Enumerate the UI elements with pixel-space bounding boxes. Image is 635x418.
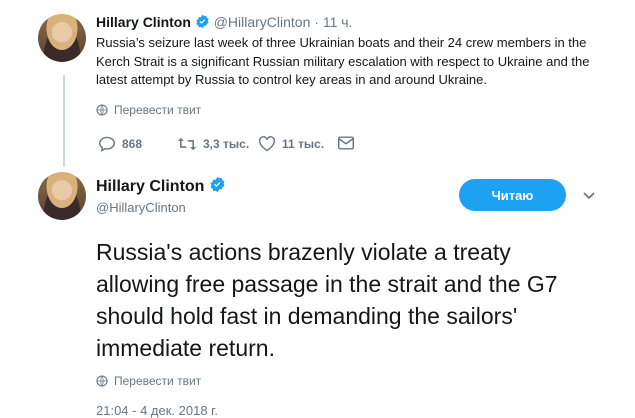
author-name[interactable]: Hillary Clinton: [96, 178, 204, 195]
reply-tweet-text: Russia’s seizure last week of three Ukra…: [96, 35, 590, 87]
more-options-button[interactable]: [582, 188, 598, 200]
retweet-count: 3,3 тыс.: [203, 137, 250, 151]
tweet-time[interactable]: 11 ч.: [323, 14, 353, 30]
author-handle[interactable]: @HillaryClinton: [96, 200, 186, 215]
like-count: 11 тыс.: [282, 137, 325, 151]
verified-badge-icon: [195, 14, 210, 32]
chevron-down-icon: [583, 192, 595, 200]
translate-link[interactable]: Перевести твит: [96, 103, 201, 117]
translate-label: Перевести твит: [114, 103, 202, 117]
thread-line: [63, 75, 65, 167]
globe-icon: [96, 104, 108, 116]
heart-icon: [258, 136, 276, 152]
retweet-button[interactable]: 3,3 тыс.: [177, 136, 249, 152]
dot-separator: ·: [314, 14, 319, 30]
reply-icon: [98, 136, 116, 152]
author-name[interactable]: Hillary Clinton: [96, 14, 191, 30]
retweet-icon: [177, 137, 197, 151]
reply-tweet-header: Hillary Clinton @HillaryClinton · 11 ч.: [96, 14, 352, 32]
avatar[interactable]: [38, 172, 86, 220]
translate-label: Перевести твит: [114, 374, 202, 388]
message-button[interactable]: [338, 136, 354, 150]
author-handle[interactable]: @HillaryClinton: [214, 14, 311, 30]
envelope-icon: [338, 136, 354, 150]
globe-icon: [96, 375, 108, 387]
reply-count: 868: [122, 137, 143, 151]
tweet-timestamp[interactable]: 21:04 - 4 дек. 2018 г.: [96, 403, 218, 418]
following-button[interactable]: Читаю: [459, 179, 566, 211]
like-button[interactable]: 11 тыс.: [258, 136, 324, 152]
main-tweet-text: Russia's actions brazenly violate a trea…: [96, 239, 558, 361]
verified-badge-icon: [209, 176, 226, 198]
reply-button[interactable]: 868: [98, 136, 142, 152]
main-author-name-row: Hillary Clinton: [96, 176, 226, 198]
avatar[interactable]: [38, 14, 86, 62]
translate-link[interactable]: Перевести твит: [96, 374, 201, 388]
